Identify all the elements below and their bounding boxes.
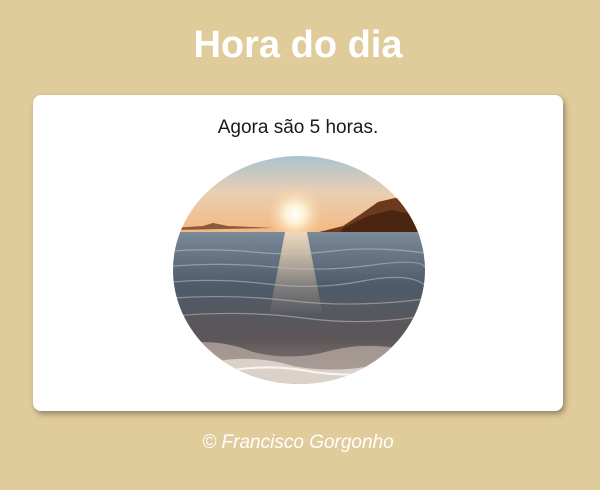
footer-credit: © Francisco Gorgonho: [202, 432, 394, 453]
page-title: Hora do dia: [193, 24, 403, 66]
time-card: Agora são 5 horas.: [33, 95, 563, 411]
sunset-image: [173, 156, 425, 384]
time-message: Agora são 5 horas.: [217, 117, 379, 138]
